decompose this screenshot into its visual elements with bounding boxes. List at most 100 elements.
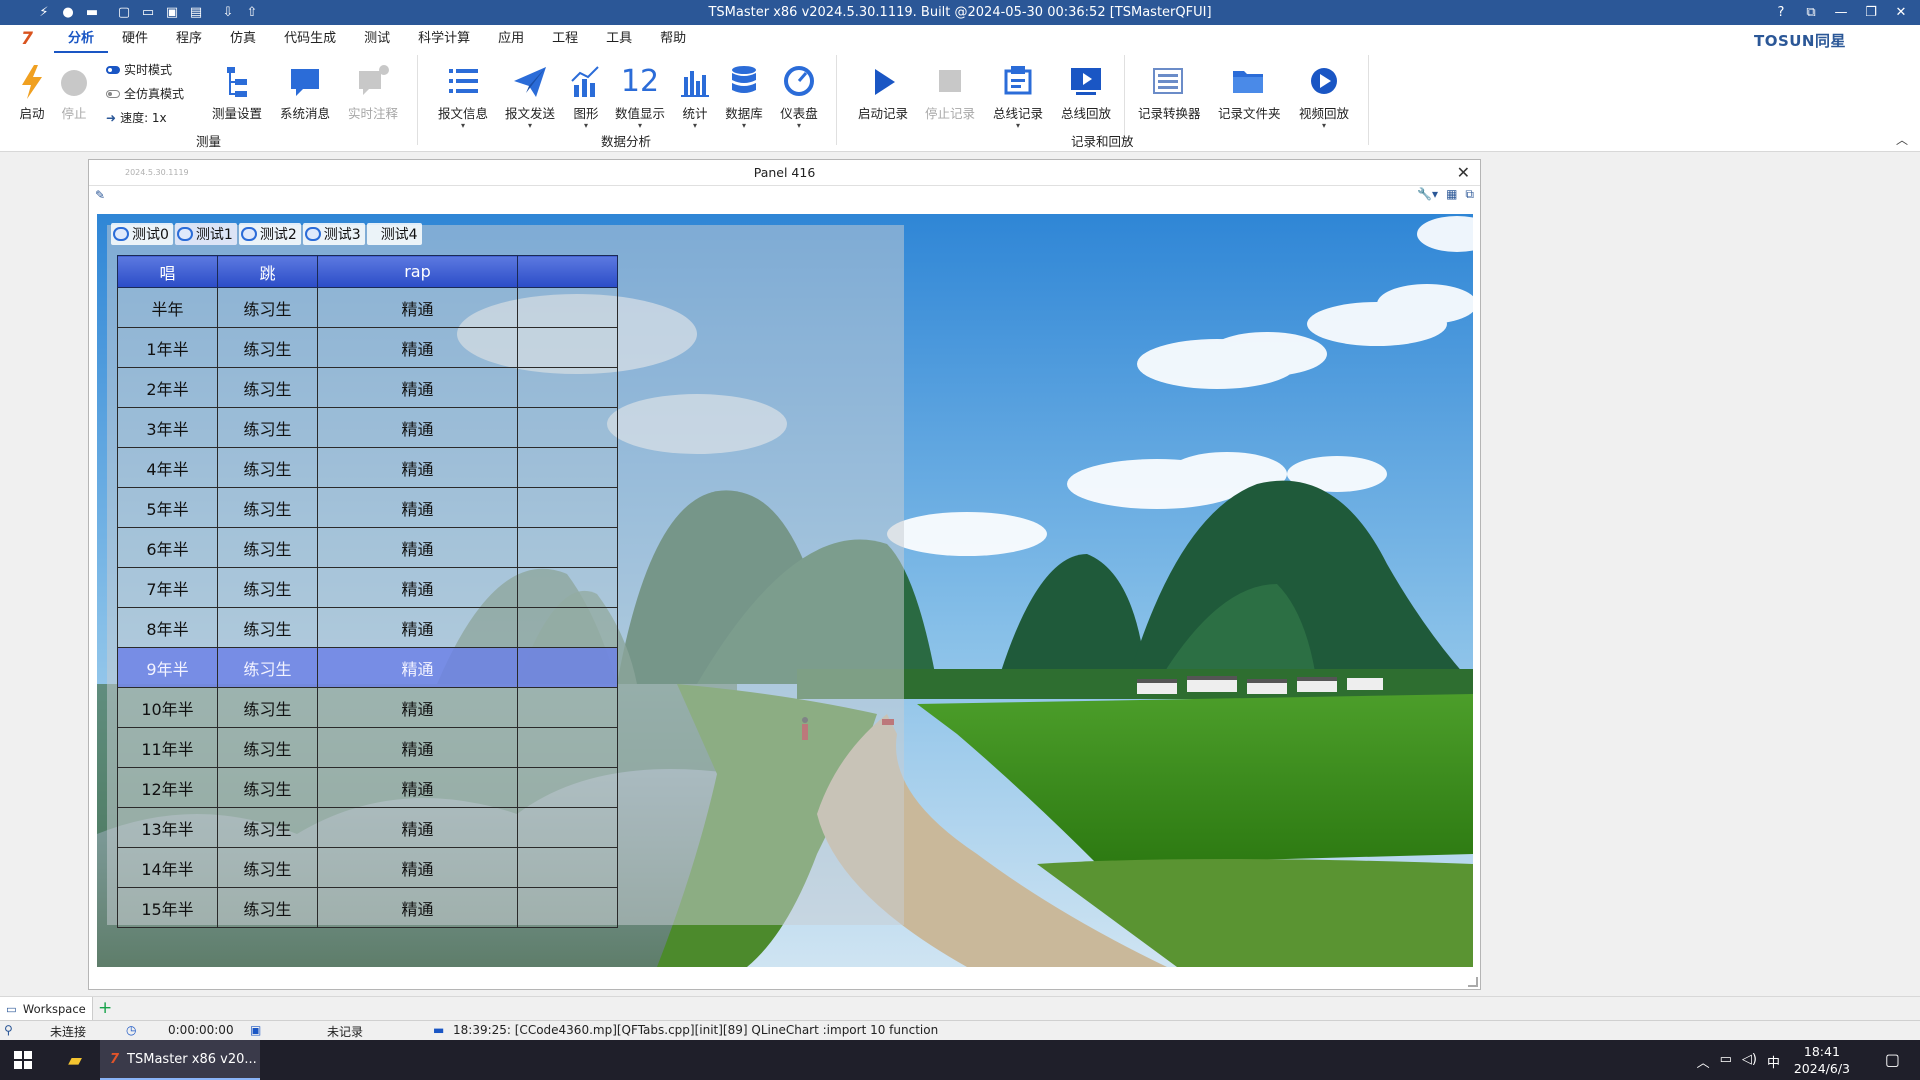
table-cell[interactable]: 精通 [317,367,518,408]
table-cell[interactable] [517,407,618,448]
table-row[interactable]: 5年半 练习生 精通 [117,487,618,528]
lightning-icon[interactable]: ⚡ [34,3,54,23]
table-cell[interactable] [517,767,618,808]
table-cell[interactable]: 5年半 [117,487,218,528]
system-clock[interactable]: 18:41 2024/6/3 [1794,1043,1850,1077]
resize-grip-icon[interactable] [1468,977,1478,987]
column-header[interactable] [517,255,618,288]
msg-send-button[interactable]: 报文发送 ▾ [500,61,560,130]
table-cell[interactable]: 练习生 [217,407,318,448]
wrench-icon[interactable]: 🔧▾ [1417,187,1438,202]
tab-test3[interactable]: 测试3 [302,223,365,245]
dashboard-button[interactable]: 仪表盘 ▾ [769,61,829,130]
workspace-tab[interactable]: ▭ Workspace [0,997,93,1020]
table-cell[interactable] [517,487,618,528]
table-cell[interactable]: 精通 [317,567,518,608]
table-cell[interactable]: 精通 [317,687,518,728]
table-row[interactable]: 10年半 练习生 精通 [117,687,618,728]
table-cell[interactable]: 精通 [317,607,518,648]
table-cell[interactable]: 精通 [317,447,518,488]
menu-application[interactable]: 应用 [484,25,538,53]
menu-test[interactable]: 测试 [350,25,404,53]
table-cell[interactable]: 练习生 [217,887,318,928]
measure-settings-button[interactable]: 测量设置 [207,61,267,122]
menu-codegen[interactable]: 代码生成 [270,25,350,53]
table-cell[interactable]: 练习生 [217,367,318,408]
table-cell[interactable] [517,647,618,688]
table-cell[interactable] [517,327,618,368]
table-row[interactable]: 13年半 练习生 精通 [117,807,618,848]
table-cell[interactable] [517,527,618,568]
ime-indicator[interactable]: 中 [1767,1052,1780,1071]
bus-record-button[interactable]: 总线记录 ▾ [988,61,1048,130]
restore-button[interactable]: ❐ [1856,0,1886,25]
save-all-icon[interactable]: ▤ [186,3,206,23]
table-row[interactable]: 3年半 练习生 精通 [117,407,618,448]
windows-start-icon[interactable] [0,1040,46,1080]
table-cell[interactable]: 精通 [317,807,518,848]
table-cell[interactable]: 4年半 [117,447,218,488]
menu-simulation[interactable]: 仿真 [216,25,270,53]
graph-button[interactable]: 图形 ▾ [556,61,616,130]
record-folder-button[interactable]: 记录文件夹 [1218,61,1281,122]
menu-project[interactable]: 工程 [538,25,592,53]
tab-test0[interactable]: 测试0 [111,223,173,245]
database-button[interactable]: 数据库 ▾ [714,61,774,130]
table-row[interactable]: 1年半 练习生 精通 [117,327,618,368]
table-row[interactable]: 7年半 练习生 精通 [117,567,618,608]
table-cell[interactable]: 精通 [317,327,518,368]
notification-icon[interactable]: ▢ [1885,1050,1900,1069]
message-icon[interactable]: ▬ [82,3,102,23]
log-message[interactable]: 18:39:25: [CCode4360.mp][QFTabs.cpp][ini… [453,1023,938,1037]
table-cell[interactable]: 练习生 [217,287,318,328]
table-cell[interactable] [517,847,618,888]
table-cell[interactable] [517,687,618,728]
menu-hardware[interactable]: 硬件 [108,25,162,53]
help-button[interactable]: ? [1766,0,1796,25]
new-file-icon[interactable]: ▢ [114,3,134,23]
table-cell[interactable]: 15年半 [117,887,218,928]
table-cell[interactable]: 练习生 [217,767,318,808]
table-cell[interactable]: 11年半 [117,727,218,768]
table-row[interactable]: 12年半 练习生 精通 [117,767,618,808]
volume-icon[interactable]: ◁) [1742,1052,1757,1071]
column-header[interactable]: 唱 [117,255,218,288]
table-cell[interactable]: 2年半 [117,367,218,408]
table-cell[interactable] [517,287,618,328]
table-cell[interactable]: 精通 [317,407,518,448]
table-cell[interactable]: 练习生 [217,487,318,528]
table-cell[interactable]: 练习生 [217,727,318,768]
msg-info-button[interactable]: 报文信息 ▾ [433,61,493,130]
table-cell[interactable]: 3年半 [117,407,218,448]
stop-record-button[interactable]: 停止记录 [920,61,980,122]
table-cell[interactable]: 练习生 [217,527,318,568]
table-cell[interactable]: 14年半 [117,847,218,888]
table-cell[interactable]: 12年半 [117,767,218,808]
export-panel-icon[interactable]: ⧉ [1465,187,1474,202]
clear-panel-icon[interactable]: ▦ [1446,187,1457,202]
table-cell[interactable] [517,447,618,488]
numeric-display-button[interactable]: 12 数值显示 ▾ [610,61,670,130]
table-cell[interactable]: 精通 [317,527,518,568]
table-cell[interactable]: 练习生 [217,807,318,848]
network-icon[interactable]: ▭ [1720,1052,1732,1071]
table-row[interactable]: 15年半 练习生 精通 [117,887,618,928]
table-cell[interactable] [517,887,618,928]
table-cell[interactable]: 9年半 [117,647,218,688]
table-cell[interactable] [517,607,618,648]
system-message-button[interactable]: 系统消息 [275,61,335,122]
taskbar-app-tsmaster[interactable]: 7 TSMaster x86 v20... [100,1040,260,1080]
table-cell[interactable]: 练习生 [217,327,318,368]
table-row[interactable]: 11年半 练习生 精通 [117,727,618,768]
record-converter-button[interactable]: 记录转换器 [1138,61,1201,122]
tab-test2[interactable]: 测试2 [238,223,301,245]
table-cell[interactable]: 练习生 [217,447,318,488]
table-cell[interactable]: 13年半 [117,807,218,848]
table-cell[interactable]: 7年半 [117,567,218,608]
export-icon[interactable]: ⇧ [242,3,262,23]
realtime-mode-toggle[interactable]: 实时模式 [106,61,172,78]
edit-pencil-icon[interactable]: ✎ [95,188,105,202]
table-row[interactable]: 9年半 练习生 精通 [117,647,618,688]
table-cell[interactable]: 精通 [317,887,518,928]
sim-mode-toggle[interactable]: 全仿真模式 [106,85,184,102]
